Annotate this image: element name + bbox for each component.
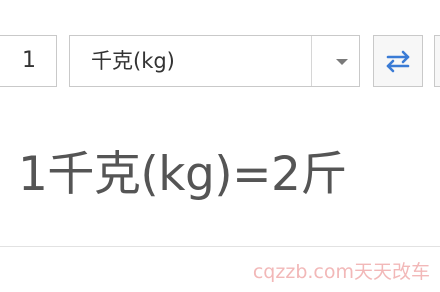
- watermark: cqzzb.com天天改车: [252, 261, 430, 283]
- unit-select[interactable]: 千克(kg): [69, 35, 360, 87]
- swap-button[interactable]: [373, 35, 423, 87]
- dropdown-button[interactable]: [326, 36, 360, 86]
- unit-select-value: 千克(kg): [91, 49, 175, 73]
- chevron-down-icon: [336, 59, 348, 65]
- divider: [0, 246, 440, 247]
- target-unit-select[interactable]: [434, 35, 440, 87]
- unit-converter: 1 千克(kg) 1千克(kg)=2斤 cqzzb.com天天改车: [0, 0, 440, 292]
- select-divider: [311, 36, 312, 86]
- converter-toolbar: 1 千克(kg): [0, 0, 440, 115]
- conversion-result: 1千克(kg)=2斤: [18, 147, 347, 202]
- swap-arrows-icon: [386, 50, 410, 73]
- quantity-input[interactable]: 1: [0, 35, 57, 87]
